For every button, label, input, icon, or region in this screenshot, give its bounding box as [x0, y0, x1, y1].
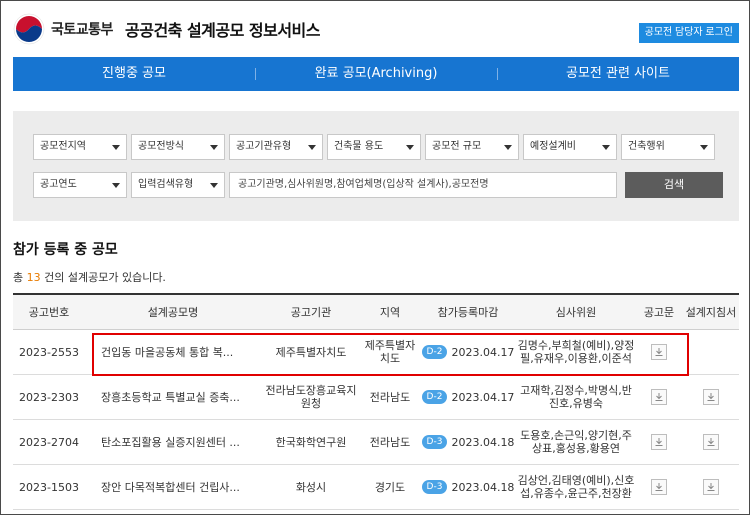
nav-item-archiving[interactable]: 완료 공모(Archiving) — [255, 57, 497, 91]
deadline-date: 2023.04.18 — [451, 435, 515, 449]
ministry-name[interactable]: 국토교통부 — [51, 19, 113, 39]
admin-login-button[interactable]: 공모전 담당자 로그인 — [638, 23, 739, 43]
row-deadline: D-3 2023.04.18 — [419, 420, 517, 464]
select-label: 공고기관유형 — [236, 141, 292, 152]
deadline-date: 2023.04.17 — [451, 390, 515, 404]
download-icon[interactable] — [703, 389, 719, 405]
search-panel: 공모전지역 공모전방식 공고기관유형 건축물 용도 공모전 규모 예정설계비 건… — [13, 111, 739, 221]
row-agency: 화성시 — [295, 480, 327, 494]
chevron-down-icon — [112, 183, 120, 188]
select-method[interactable]: 공모전방식 — [131, 134, 225, 160]
count-prefix: 총 — [13, 271, 27, 284]
download-icon[interactable] — [651, 479, 667, 495]
competition-table: 공고번호 설계공모명 공고기관 지역 참가등록마감 심사위원 공고문 설계지침서… — [13, 293, 739, 510]
download-icon[interactable] — [651, 434, 667, 450]
header-agency: 공고기관 — [290, 305, 332, 319]
chevron-down-icon — [700, 145, 708, 150]
row-judges: 김상언,김태영(예비),신호섭,유종수,윤근주,천장환 — [517, 474, 635, 500]
table-row[interactable]: 2023-2303 장흥초등학교 특별교실 증축... 전라남도장흥교육지원청 … — [13, 375, 739, 420]
row-region: 전라남도 — [369, 435, 411, 449]
row-guide — [683, 375, 739, 419]
chevron-down-icon — [210, 145, 218, 150]
select-label: 건축행위 — [628, 141, 665, 152]
section-title: 참가 등록 중 공모 — [13, 242, 118, 258]
download-icon[interactable] — [703, 479, 719, 495]
row-title-link[interactable]: 장안 다목적복합센터 건립사... — [85, 465, 261, 509]
dday-badge: D-3 — [421, 480, 448, 494]
row-region: 경기도 — [374, 480, 406, 494]
select-label: 건축물 용도 — [334, 141, 384, 152]
page-frame: 국토교통부 공공건축 설계공모 정보서비스 공모전 담당자 로그인 진행중 공모… — [0, 0, 750, 515]
filter-row-1: 공모전지역 공모전방식 공고기관유형 건축물 용도 공모전 규모 예정설계비 건… — [33, 134, 715, 160]
table-header: 공고번호 설계공모명 공고기관 지역 참가등록마감 심사위원 공고문 설계지침서 — [13, 293, 739, 330]
select-label: 입력검색유형 — [138, 179, 194, 190]
search-button[interactable]: 검색 — [625, 172, 723, 198]
row-agency: 전라남도장흥교육지원청 — [265, 384, 357, 410]
row-id: 2023-2704 — [19, 435, 79, 449]
header-notice: 공고문 — [643, 305, 675, 319]
select-scale[interactable]: 공모전 규모 — [425, 134, 519, 160]
row-deadline: D-3 2023.04.18 — [419, 465, 517, 509]
header-region: 지역 — [379, 305, 401, 319]
site-header: 국토교통부 공공건축 설계공모 정보서비스 공모전 담당자 로그인 — [1, 1, 749, 56]
select-building-action[interactable]: 건축행위 — [621, 134, 715, 160]
service-title[interactable]: 공공건축 설계공모 정보서비스 — [125, 17, 321, 41]
row-title-link[interactable]: 탄소포집활용 실증지원센터 ... — [85, 420, 261, 464]
select-search-type[interactable]: 입력검색유형 — [131, 172, 225, 198]
select-year[interactable]: 공고연도 — [33, 172, 127, 198]
row-id: 2023-2303 — [19, 390, 79, 404]
download-icon[interactable] — [703, 434, 719, 450]
select-label: 공모전지역 — [40, 141, 86, 152]
chevron-down-icon — [504, 145, 512, 150]
row-judges: 고재학,김정수,박명식,반진호,유병숙 — [520, 384, 632, 410]
count-suffix: 건의 설계공모가 있습니다. — [40, 271, 166, 284]
count-number: 13 — [26, 271, 41, 284]
header-name: 설계공모명 — [147, 305, 199, 319]
row-id: 2023-1503 — [19, 480, 79, 494]
row-guide — [683, 420, 739, 464]
table-row[interactable]: 2023-1503 장안 다목적복합센터 건립사... 화성시 경기도 D-3 2… — [13, 465, 739, 510]
result-count: 총 13 건의 설계공모가 있습니다. — [13, 269, 166, 285]
chevron-down-icon — [406, 145, 414, 150]
chevron-down-icon — [602, 145, 610, 150]
table-row[interactable]: 2023-2704 탄소포집활용 실증지원센터 ... 한국화학연구원 전라남도… — [13, 420, 739, 465]
row-guide — [683, 465, 739, 509]
header-deadline: 참가등록마감 — [437, 305, 499, 319]
row-judges: 도용호,손근익,양기현,주상표,홍성용,황용연 — [520, 429, 632, 455]
chevron-down-icon — [210, 183, 218, 188]
dday-badge: D-2 — [421, 390, 448, 404]
download-icon[interactable] — [651, 389, 667, 405]
chevron-down-icon — [112, 145, 120, 150]
header-judges: 심사위원 — [555, 305, 597, 319]
header-id: 공고번호 — [28, 305, 70, 319]
row-notice — [635, 375, 683, 419]
row-notice — [635, 420, 683, 464]
nav-item-related-sites[interactable]: 공모전 관련 사이트 — [497, 57, 739, 91]
dday-badge: D-3 — [421, 435, 448, 449]
search-input[interactable]: 공고기관명,심사위원명,참여업체명(입상작 설계사),공모전명 — [229, 172, 617, 198]
select-label: 예정설계비 — [530, 141, 576, 152]
filter-row-2: 공고연도 입력검색유형 공고기관명,심사위원명,참여업체명(입상작 설계사),공… — [33, 172, 723, 198]
row-id: 2023-2553 — [19, 345, 79, 359]
select-label: 공모전방식 — [138, 141, 184, 152]
select-label: 공고연도 — [40, 179, 77, 190]
select-building-use[interactable]: 건축물 용도 — [327, 134, 421, 160]
chevron-down-icon — [308, 145, 316, 150]
row-title-link[interactable]: 장흥초등학교 특별교실 증축... — [85, 375, 261, 419]
header-guide: 설계지침서 — [685, 305, 737, 319]
deadline-date: 2023.04.18 — [451, 480, 515, 494]
select-design-fee[interactable]: 예정설계비 — [523, 134, 617, 160]
row-agency: 한국화학연구원 — [275, 435, 347, 449]
main-nav: 진행중 공모 완료 공모(Archiving) 공모전 관련 사이트 — [13, 57, 739, 91]
highlight-box — [92, 333, 689, 376]
select-agency-type[interactable]: 공고기관유형 — [229, 134, 323, 160]
row-notice — [635, 465, 683, 509]
select-region[interactable]: 공모전지역 — [33, 134, 127, 160]
select-label: 공모전 규모 — [432, 141, 482, 152]
row-guide — [683, 330, 739, 374]
row-deadline: D-2 2023.04.17 — [419, 375, 517, 419]
row-region: 전라남도 — [369, 390, 411, 404]
ministry-logo[interactable] — [13, 13, 45, 45]
nav-item-ongoing[interactable]: 진행중 공모 — [13, 57, 255, 91]
